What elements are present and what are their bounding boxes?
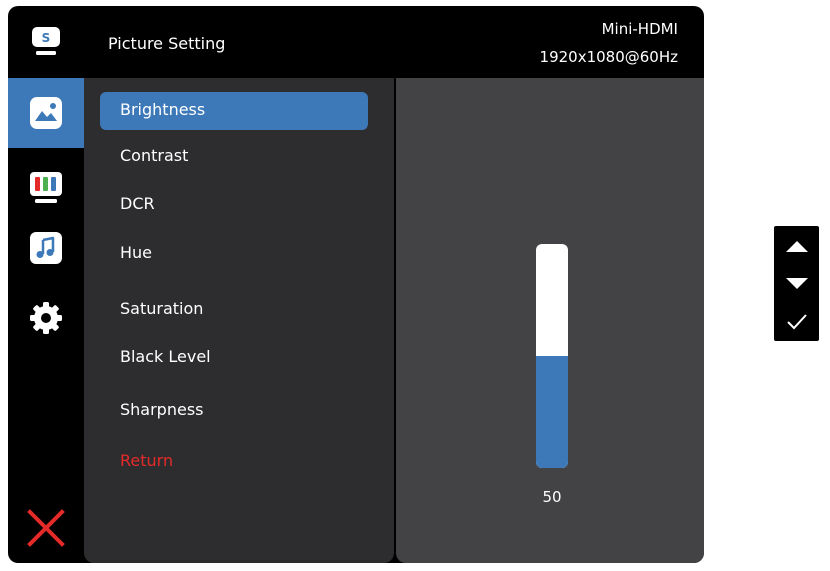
audio-icon (30, 232, 62, 264)
menu-item-saturation[interactable]: Saturation (100, 291, 368, 329)
picture-icon (30, 97, 62, 129)
down-icon (785, 278, 808, 289)
up-button[interactable] (774, 228, 819, 264)
resolution: 1920x1080@60Hz (539, 48, 678, 66)
menu-item-return[interactable]: Return (100, 443, 368, 481)
confirm-button[interactable] (774, 304, 819, 340)
menu-item-contrast[interactable]: Contrast (100, 138, 368, 176)
close-button[interactable] (8, 506, 84, 550)
input-source: Mini-HDMI (601, 20, 678, 38)
source-icon: S (32, 27, 60, 55)
audio-button[interactable] (8, 228, 84, 268)
value-panel: 50 (396, 78, 704, 563)
gear-icon (30, 302, 62, 334)
down-button[interactable] (774, 266, 819, 302)
color-button[interactable] (8, 168, 84, 208)
slider-fill (536, 356, 568, 468)
signal-info: Mini-HDMI 1920x1080@60Hz (540, 20, 678, 66)
brightness-slider[interactable] (536, 244, 568, 468)
menu-item-sharpness[interactable]: Sharpness (100, 392, 368, 430)
menu-item-brightness[interactable]: Brightness (100, 92, 368, 130)
check-icon (786, 314, 807, 330)
up-icon (785, 241, 808, 252)
menu-panel: Brightness Contrast DCR Hue Saturation B… (84, 78, 394, 563)
source-button[interactable]: S (8, 24, 84, 58)
menu-item-dcr[interactable]: DCR (100, 186, 368, 224)
close-icon (27, 509, 65, 547)
osd-keypad (774, 226, 819, 341)
menu-item-black-level[interactable]: Black Level (100, 339, 368, 377)
picture-button[interactable] (8, 78, 84, 148)
slider-value: 50 (542, 488, 562, 506)
page-title: Picture Setting (108, 34, 226, 53)
color-icon (30, 172, 62, 203)
osd-window: Picture Setting Mini-HDMI 1920x1080@60Hz… (8, 6, 704, 563)
settings-button[interactable] (8, 298, 84, 338)
menu-item-hue[interactable]: Hue (100, 235, 368, 273)
source-icon-letter: S (42, 31, 51, 45)
